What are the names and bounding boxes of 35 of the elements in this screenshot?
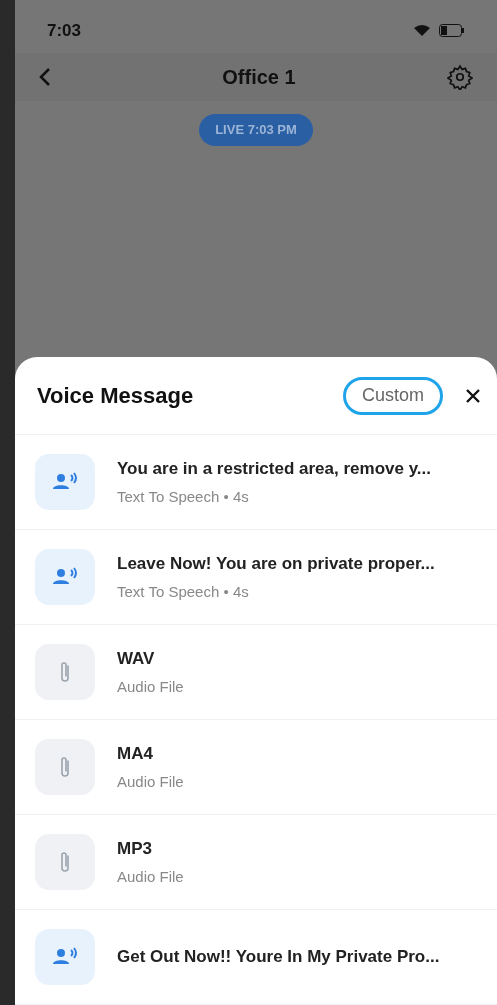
custom-button[interactable]: Custom <box>343 376 443 415</box>
battery-icon <box>439 24 465 38</box>
item-subtitle: Audio File <box>117 676 184 697</box>
item-subtitle: Text To Speech • 4s <box>117 581 250 602</box>
status-time: 7:03 <box>47 19 82 42</box>
item-title: Get Out Now!! Youre In My Private Pro... <box>117 946 440 969</box>
voice-message-item[interactable]: MA4 Audio File <box>15 720 497 815</box>
voice-message-item[interactable]: WAV Audio File <box>15 625 497 720</box>
voice-message-item[interactable]: You are in a restricted area, remove y... Text To Speech • 4s <box>15 435 497 530</box>
sheet-title: Voice Message <box>37 382 194 410</box>
close-icon <box>465 387 481 404</box>
live-time-badge: LIVE 7:03 PM <box>199 114 313 147</box>
speaking-person-icon <box>52 947 78 967</box>
paperclip-icon <box>59 660 71 684</box>
voice-message-item[interactable]: Leave Now! You are on private proper... Text To Speech • 4s <box>15 530 497 625</box>
voice-message-item[interactable]: Get Out Now!! Youre In My Private Pro... <box>15 910 497 1005</box>
wifi-icon <box>413 24 431 38</box>
item-subtitle: Text To Speech • 4s <box>117 486 250 507</box>
screen-title: Office 1 <box>222 65 296 91</box>
item-title: MP3 <box>117 838 153 860</box>
item-title: Leave Now! You are on private proper... <box>117 553 435 575</box>
back-chevron-icon <box>39 67 51 88</box>
item-subtitle: Audio File <box>117 866 184 887</box>
settings-icon[interactable] <box>447 64 473 91</box>
paperclip-icon <box>59 755 71 779</box>
voice-message-item[interactable]: MP3 Audio File <box>15 815 497 910</box>
item-subtitle: Audio File <box>117 771 184 792</box>
item-title: MA4 <box>117 743 154 765</box>
item-title: WAV <box>117 648 156 670</box>
paperclip-icon <box>59 850 71 874</box>
close-button[interactable] <box>465 387 481 404</box>
back-button[interactable] <box>39 67 51 88</box>
speaking-person-icon <box>52 472 78 492</box>
speaking-person-icon <box>52 567 78 587</box>
item-title: You are in a restricted area, remove y... <box>117 458 432 480</box>
